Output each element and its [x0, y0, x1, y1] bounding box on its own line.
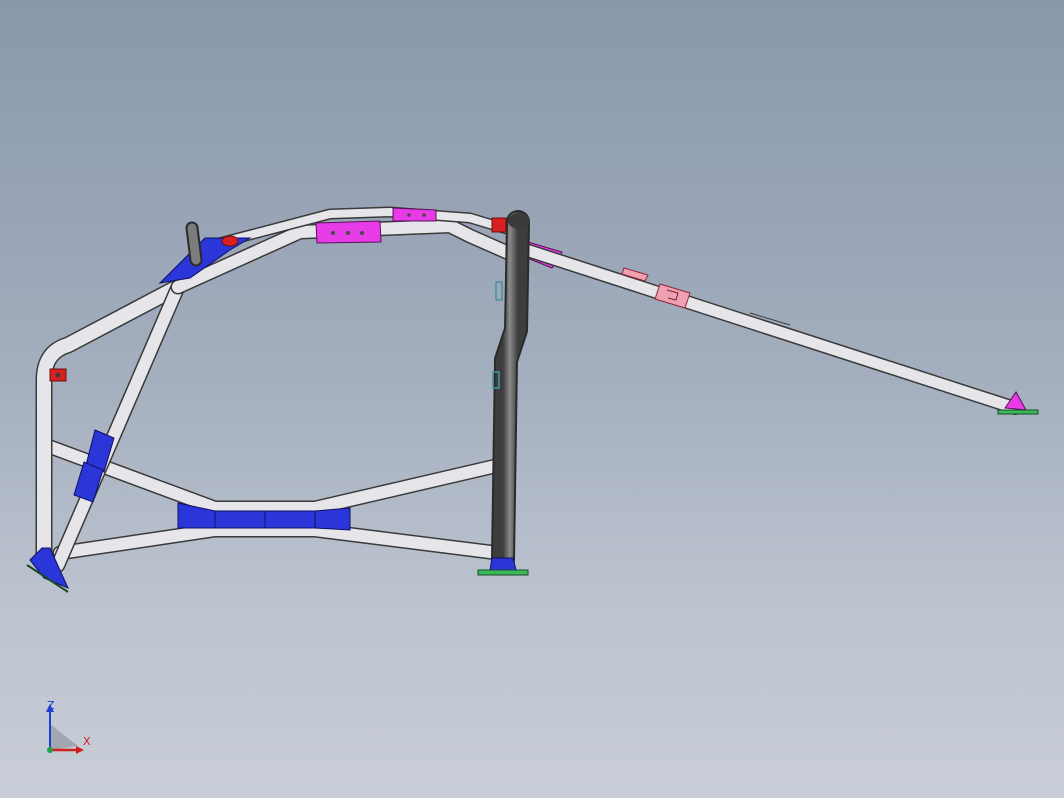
roof-clamp-rear[interactable]	[392, 207, 437, 222]
main-hoop-foot[interactable]	[477, 557, 529, 576]
rear-support-bar[interactable]	[513, 241, 1022, 415]
cad-viewport[interactable]: Z X	[0, 0, 1064, 798]
main-hoop-pillar[interactable]	[491, 210, 530, 572]
a-pillar-stub[interactable]	[185, 221, 203, 267]
roof-mount-bracket[interactable]	[221, 235, 239, 247]
x-axis-label: X	[83, 735, 91, 748]
triad-plane-icon	[50, 724, 78, 750]
y-axis-point-icon	[47, 747, 53, 753]
seat-belt-mount-front[interactable]	[49, 368, 67, 382]
z-axis-label: Z	[47, 699, 55, 712]
front-diagonal-brace[interactable]	[50, 279, 186, 573]
roof-clamp-front[interactable]	[315, 220, 382, 244]
roll-cage-model[interactable]	[0, 0, 1064, 798]
main-hoop-mount-bracket[interactable]	[491, 217, 507, 233]
lower-x-brace[interactable]	[37, 437, 508, 561]
